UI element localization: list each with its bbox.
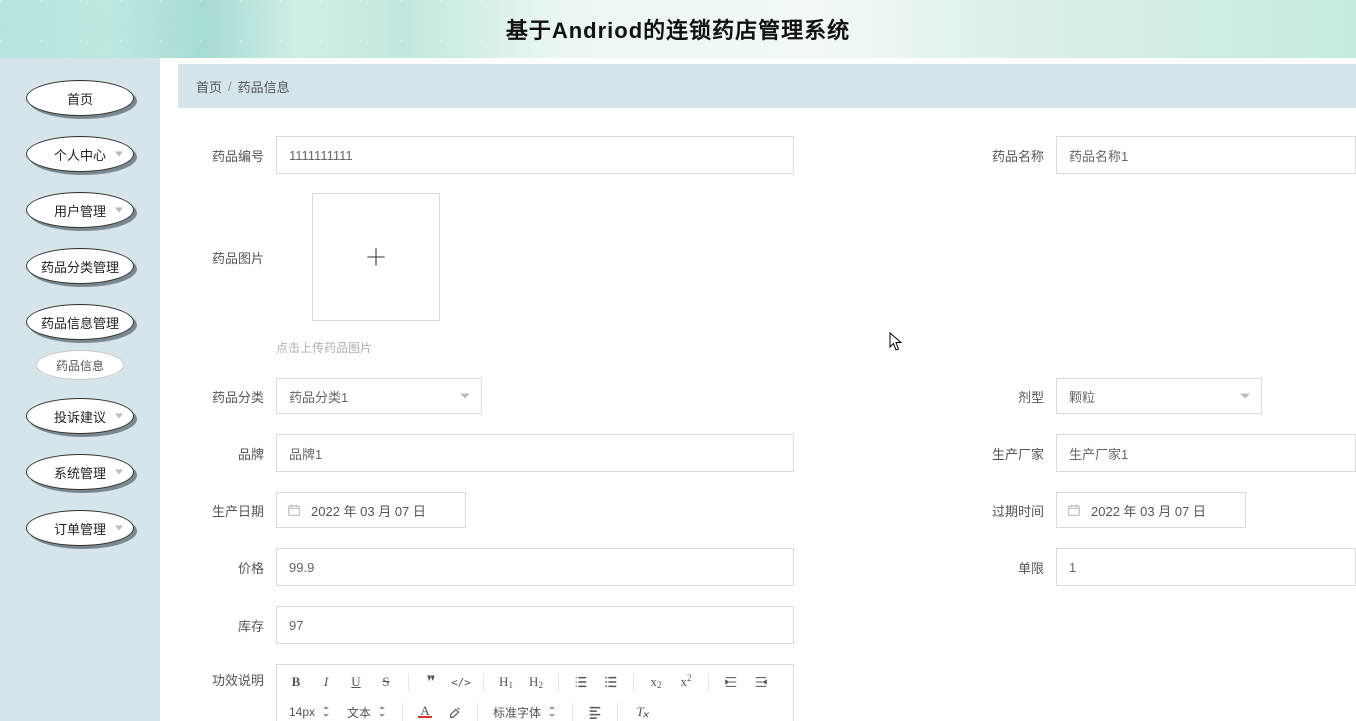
calendar-icon [287, 503, 301, 517]
rte-align-button[interactable] [584, 701, 606, 721]
rte-underline-button[interactable]: U [345, 671, 367, 693]
rte-separator [572, 703, 573, 721]
expire-date-picker[interactable]: 2022 年 03 月 07 日 [1056, 492, 1246, 528]
app-header: 基于Andriod的连锁药店管理系统 [0, 0, 1356, 58]
dosage-select[interactable]: 颗粒 [1056, 378, 1262, 414]
rte-separator [617, 703, 618, 721]
rte-font-size-value: 14px [289, 705, 315, 719]
rte-separator [477, 703, 478, 721]
rte-superscript-button[interactable]: x2 [675, 671, 697, 693]
rte-separator [402, 703, 403, 721]
breadcrumb: 首页 / 药品信息 [178, 64, 1356, 108]
price-input[interactable] [276, 548, 794, 586]
sidebar-item-label: 用户管理 [54, 201, 106, 220]
main-layout: 首页 个人中心 用户管理 药品分类管理 药品信息管理 药品信息 投诉建议 系统管… [0, 58, 1356, 721]
label-drug-image: 药品图片 [178, 248, 264, 267]
drug-name-input[interactable] [1056, 136, 1356, 174]
manufacturer-input[interactable] [1056, 434, 1356, 472]
rte-font-family-value: 标准字体 [493, 704, 541, 721]
drug-form: 药品编号 药品名称 药品图片 点击上传药品图片 药品分类 [178, 108, 1356, 721]
rte-ol-button[interactable] [570, 671, 592, 693]
stock-input[interactable] [276, 606, 794, 644]
sidebar-item-drug-category[interactable]: 药品分类管理 [26, 248, 134, 284]
plus-icon [363, 244, 389, 270]
sidebar-item-users[interactable]: 用户管理 [26, 192, 134, 228]
dosage-value: 颗粒 [1069, 387, 1095, 406]
label-produce-date: 生产日期 [178, 501, 264, 520]
rte-bg-color-button[interactable] [444, 701, 466, 721]
rte-subscript-button[interactable]: x2 [645, 671, 667, 693]
label-dosage: 剂型 [958, 387, 1044, 406]
rte-outdent-button[interactable] [750, 671, 772, 693]
sidebar-item-home[interactable]: 首页 [26, 80, 134, 116]
sidebar-subitem-label: 药品信息 [56, 357, 104, 374]
rte-h2-button[interactable]: H2 [525, 671, 547, 693]
label-drug-category: 药品分类 [178, 387, 264, 406]
content-area: 首页 / 药品信息 药品编号 药品名称 药品图片 [160, 58, 1356, 721]
expire-date-value: 2022 年 03 月 07 日 [1091, 501, 1206, 520]
rte-font-family-select[interactable]: 标准字体 [489, 701, 561, 721]
label-manufacturer: 生产厂家 [958, 444, 1044, 463]
breadcrumb-home-link[interactable]: 首页 [196, 77, 222, 96]
rte-h1-button[interactable]: H1 [495, 671, 517, 693]
rte-separator [558, 673, 559, 691]
breadcrumb-separator: / [228, 79, 232, 94]
sidebar-item-complaints[interactable]: 投诉建议 [26, 398, 134, 434]
rte-ul-button[interactable] [600, 671, 622, 693]
rte-italic-button[interactable]: I [315, 671, 337, 693]
label-expire-date: 过期时间 [958, 501, 1044, 520]
sidebar-item-label: 投诉建议 [54, 407, 106, 426]
rich-text-toolbar: B I U S ❞ </> H1 H2 x2 x2 [276, 664, 794, 721]
drug-category-select[interactable]: 药品分类1 [276, 378, 482, 414]
produce-date-value: 2022 年 03 月 07 日 [311, 501, 426, 520]
sidebar-item-label: 药品分类管理 [41, 257, 119, 276]
image-upload-box[interactable] [312, 193, 440, 321]
label-limit: 单限 [958, 558, 1044, 577]
label-efficacy: 功效说明 [178, 670, 264, 689]
sidebar-item-drug-info[interactable]: 药品信息管理 [26, 304, 134, 340]
sidebar-item-system[interactable]: 系统管理 [26, 454, 134, 490]
sidebar-item-label: 首页 [67, 89, 93, 108]
rte-separator [633, 673, 634, 691]
sidebar-item-label: 药品信息管理 [41, 313, 119, 332]
sidebar-item-profile[interactable]: 个人中心 [26, 136, 134, 172]
produce-date-picker[interactable]: 2022 年 03 月 07 日 [276, 492, 466, 528]
rte-clear-format-button[interactable]: T✕ [629, 701, 651, 721]
rte-font-size-select[interactable]: 14px [285, 701, 335, 721]
sidebar-item-label: 系统管理 [54, 463, 106, 482]
sidebar-subitem-drug-info[interactable]: 药品信息 [36, 350, 124, 380]
sidebar-item-label: 订单管理 [54, 519, 106, 538]
drug-category-value: 药品分类1 [289, 387, 348, 406]
rte-separator [483, 673, 484, 691]
sidebar-item-orders[interactable]: 订单管理 [26, 510, 134, 546]
app-title: 基于Andriod的连锁药店管理系统 [506, 13, 850, 45]
rte-quote-button[interactable]: ❞ [420, 671, 442, 693]
label-drug-code: 药品编号 [178, 146, 264, 165]
rte-separator [408, 673, 409, 691]
rte-strike-button[interactable]: S [375, 671, 397, 693]
breadcrumb-current: 药品信息 [238, 77, 290, 96]
rte-font-type-select[interactable]: 文本 [343, 701, 391, 721]
sidebar-item-label: 个人中心 [54, 145, 106, 164]
brand-input[interactable] [276, 434, 794, 472]
upload-hint-text: 点击上传药品图片 [276, 339, 1356, 356]
sidebar: 首页 个人中心 用户管理 药品分类管理 药品信息管理 药品信息 投诉建议 系统管… [0, 58, 160, 721]
label-brand: 品牌 [178, 444, 264, 463]
rte-font-type-value: 文本 [347, 704, 371, 721]
rte-separator [708, 673, 709, 691]
label-stock: 库存 [178, 616, 264, 635]
label-drug-name: 药品名称 [958, 146, 1044, 165]
calendar-icon [1067, 503, 1081, 517]
drug-code-input[interactable] [276, 136, 794, 174]
label-price: 价格 [178, 558, 264, 577]
rte-indent-button[interactable] [720, 671, 742, 693]
limit-input[interactable] [1056, 548, 1356, 586]
rte-code-button[interactable]: </> [450, 671, 472, 693]
rte-bold-button[interactable]: B [285, 671, 307, 693]
rte-text-color-button[interactable]: A [414, 701, 436, 721]
